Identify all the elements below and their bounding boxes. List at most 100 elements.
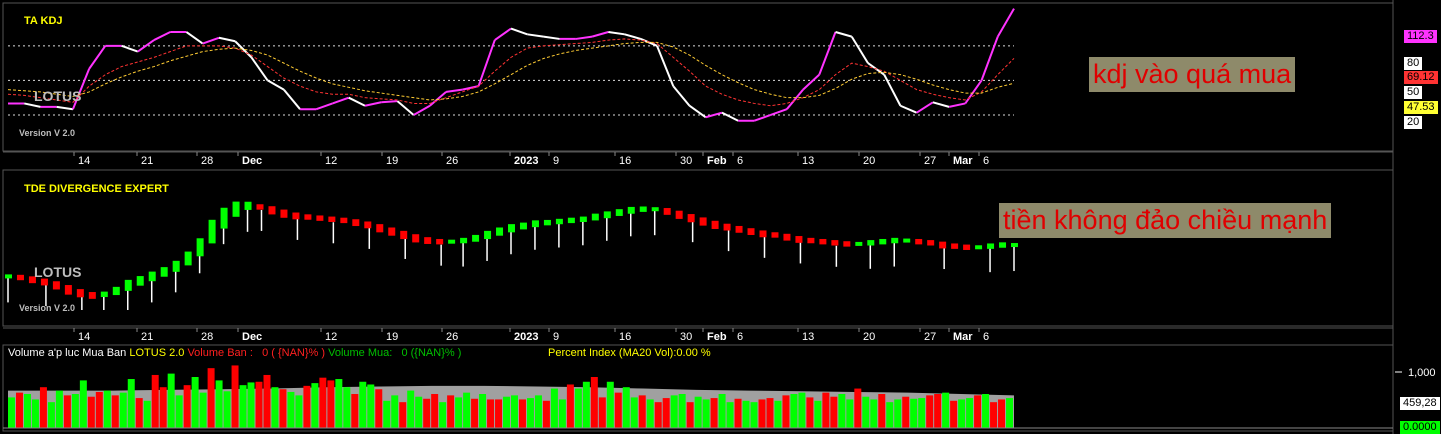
volume-bar — [654, 402, 662, 428]
volume-bar — [542, 400, 550, 428]
volume-bar — [790, 394, 798, 428]
kdj-j-segment — [267, 79, 285, 91]
kdj-j-segment — [591, 31, 609, 38]
kdj-date-tick: 27 — [924, 155, 936, 167]
kdj-j-segment — [364, 101, 382, 107]
tde-candle — [591, 213, 599, 221]
volume-bar — [503, 396, 510, 428]
tde-candle — [699, 217, 707, 226]
kdj-j-segment — [835, 31, 853, 38]
volume-bar — [23, 394, 31, 428]
tde-candle — [579, 216, 587, 222]
tde-date-tick: 16 — [619, 331, 631, 343]
kdj-j-segment — [153, 31, 171, 41]
kdj-date-tick: 14 — [78, 155, 90, 167]
volume-bar — [367, 384, 375, 428]
volume-bar — [295, 395, 303, 428]
volume-bar — [966, 398, 974, 428]
kdj-j-segment — [624, 33, 642, 40]
volume-bar — [798, 392, 806, 428]
tde-candle — [723, 223, 731, 231]
tde-candle — [999, 242, 1007, 248]
volume-bar — [263, 374, 271, 428]
volume-bar — [598, 397, 606, 428]
volume-axis-1000: 1,000 — [1408, 367, 1436, 379]
kdj-j-segment — [964, 79, 983, 105]
volume-bar — [686, 402, 694, 428]
tde-date-tick: 20 — [863, 331, 875, 343]
volume-bar — [694, 396, 702, 428]
volume-bar — [159, 387, 167, 428]
tde-candle — [316, 215, 324, 221]
kdj-j-segment — [980, 36, 999, 81]
tde-date-tick: 26 — [446, 331, 458, 343]
volume-bar — [351, 394, 359, 428]
kdj-date-tick: Dec — [242, 155, 262, 167]
kdj-j-segment — [802, 73, 820, 91]
tde-candle — [855, 241, 863, 246]
volume-bar — [359, 381, 367, 428]
volume-bar — [638, 395, 646, 428]
volume-bar — [255, 381, 263, 428]
kdj-j-segment — [413, 104, 431, 116]
kdj-j-segment — [283, 88, 301, 110]
tde-candle — [136, 276, 144, 286]
volume-bar — [447, 395, 455, 428]
tde-candle — [567, 217, 575, 224]
volume-bar — [47, 402, 55, 428]
kdj-date-tick: 16 — [619, 155, 631, 167]
tde-candle — [304, 214, 312, 220]
kdj-j-segment — [932, 101, 950, 108]
tde-candle — [280, 209, 288, 218]
volume-bar — [574, 388, 582, 428]
volume-bar — [894, 399, 902, 428]
tde-candle — [124, 279, 132, 291]
kdj-j-segment — [510, 27, 528, 36]
kdj-axis-20: 20 — [1404, 116, 1423, 129]
tde-date-tick: Feb — [707, 331, 727, 343]
volume-bar — [950, 400, 958, 428]
volume-bar — [590, 377, 598, 428]
volume-bar — [279, 389, 287, 428]
volume-bar — [215, 380, 223, 428]
tde-date-tick: 19 — [386, 331, 398, 343]
tde-candle — [807, 237, 815, 244]
volume-bar — [151, 374, 159, 428]
volume-bar — [271, 387, 279, 428]
volume-bar — [750, 402, 758, 428]
volume-bar — [391, 395, 399, 428]
volume-bar — [231, 365, 239, 428]
tde-date-tick: 21 — [141, 331, 153, 343]
kdj-j-segment — [315, 102, 333, 111]
volume-bar — [774, 400, 782, 428]
volume-bar — [167, 373, 175, 428]
volume-bar — [662, 398, 670, 428]
volume-lotus-label: LOTUS 2.0 — [129, 347, 185, 359]
tde-candle — [687, 214, 695, 223]
kdj-date-tick: 28 — [201, 155, 213, 167]
kdj-d-value: 47.53 — [1404, 101, 1438, 114]
kdj-j-segment — [218, 36, 236, 43]
tde-candle — [639, 206, 647, 212]
volume-bar — [742, 400, 750, 428]
volume-bar — [614, 392, 622, 428]
volume-ban-label: Volume Ban : — [187, 347, 253, 359]
volume-bar — [495, 399, 503, 428]
volume-bar — [622, 387, 630, 428]
volume-bar — [335, 379, 343, 428]
volume-bar — [926, 395, 934, 428]
volume-bar — [758, 399, 766, 428]
tde-candle — [436, 238, 444, 245]
kdj-j-segment — [527, 33, 544, 38]
volume-bar — [1006, 398, 1013, 428]
kdj-j-segment — [721, 111, 739, 122]
kdj-j-segment — [56, 105, 74, 111]
kdj-date-tick: 21 — [141, 155, 153, 167]
tde-candle — [448, 239, 456, 244]
volume-bar — [311, 383, 319, 428]
kdj-date-tick: 2023 — [514, 155, 538, 167]
volume-bar — [550, 388, 558, 428]
tde-candle — [867, 240, 875, 246]
kdj-j-segment — [202, 36, 220, 45]
tde-date-tick: 2023 — [514, 331, 538, 343]
